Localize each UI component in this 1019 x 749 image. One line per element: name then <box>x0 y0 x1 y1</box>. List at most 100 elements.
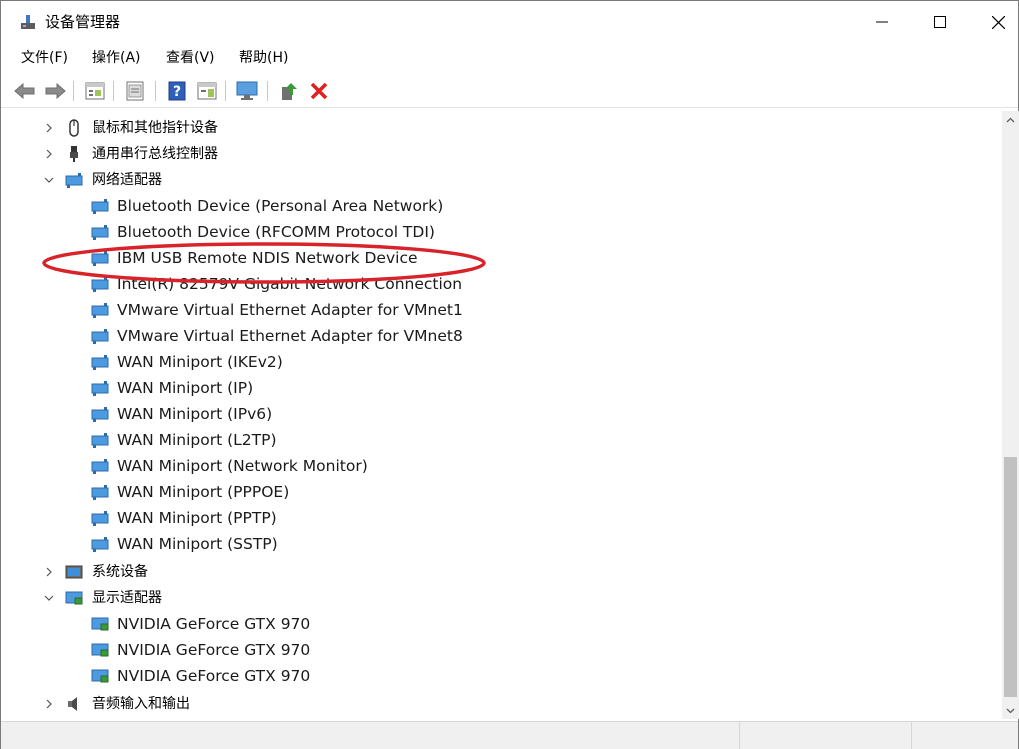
device-label: NVIDIA GeForce GTX 970 <box>117 667 311 685</box>
tree-device[interactable]: WAN Miniport (PPTP) <box>9 505 1002 531</box>
network-adapter-icon <box>65 173 83 188</box>
device-manager-icon <box>21 15 35 29</box>
back-icon <box>14 83 35 99</box>
back-button[interactable] <box>13 79 37 103</box>
tree-category-audio[interactable]: 音频输入和输出 <box>9 691 1002 717</box>
menu-help[interactable]: 帮助(H) <box>237 48 290 68</box>
uninstall-button[interactable] <box>307 79 331 103</box>
expand-collapsed-icon[interactable] <box>41 146 57 162</box>
toolbar: ? <box>1 75 1018 108</box>
tree-device[interactable]: WAN Miniport (IKEv2) <box>9 349 1002 375</box>
expand-collapsed-icon[interactable] <box>41 696 57 712</box>
network-adapter-icon <box>91 199 109 214</box>
tree-category-mice[interactable]: 鼠标和其他指针设备 <box>9 115 1002 141</box>
scroll-down-button[interactable] <box>1002 702 1019 719</box>
device-tree[interactable]: 鼠标和其他指针设备 通用串行总线控制器 网络适配器 Bluetooth Devi… <box>9 111 1002 719</box>
menu-file[interactable]: 文件(F) <box>19 48 70 68</box>
device-label: WAN Miniport (Network Monitor) <box>117 457 368 475</box>
forward-button[interactable] <box>43 79 67 103</box>
tree-device[interactable]: WAN Miniport (SSTP) <box>9 531 1002 557</box>
maximize-button[interactable] <box>911 1 969 43</box>
expand-collapsed-icon[interactable] <box>41 120 57 136</box>
toolbar-separator <box>225 81 226 101</box>
display-adapter-icon <box>91 669 109 683</box>
network-adapter-icon <box>91 433 109 448</box>
help-button[interactable]: ? <box>165 79 189 103</box>
expand-expanded-icon[interactable] <box>41 172 57 188</box>
action-pane-icon <box>197 82 217 100</box>
system-devices-icon <box>65 565 83 579</box>
title-bar[interactable]: 设备管理器 <box>1 1 1018 43</box>
device-label: WAN Miniport (IP) <box>117 379 254 397</box>
minimize-button[interactable] <box>853 1 911 43</box>
status-bar <box>1 721 1018 749</box>
scan-hardware-button[interactable] <box>235 79 259 103</box>
tree-category-usb[interactable]: 通用串行总线控制器 <box>9 141 1002 167</box>
network-adapter-icon <box>91 329 109 344</box>
action-pane-button[interactable] <box>195 79 219 103</box>
expand-expanded-icon[interactable] <box>41 590 57 606</box>
update-driver-button[interactable] <box>277 79 301 103</box>
status-pane <box>739 722 912 749</box>
network-adapter-icon <box>91 381 109 396</box>
scroll-up-button[interactable] <box>1002 111 1019 128</box>
properties-icon <box>126 81 144 101</box>
vertical-scrollbar[interactable] <box>1002 111 1019 719</box>
toolbar-separator <box>73 81 74 101</box>
category-label: 鼠标和其他指针设备 <box>92 120 218 136</box>
tree-device[interactable]: WAN Miniport (PPPOE) <box>9 479 1002 505</box>
tree-category-network[interactable]: 网络适配器 <box>9 167 1002 193</box>
close-button[interactable] <box>969 1 1019 43</box>
device-label: NVIDIA GeForce GTX 970 <box>117 641 311 659</box>
network-adapter-icon <box>91 485 109 500</box>
tree-device[interactable]: Bluetooth Device (Personal Area Network) <box>9 193 1002 219</box>
device-label: WAN Miniport (IKEv2) <box>117 353 283 371</box>
device-manager-window: 设备管理器 文件(F) 操作(A) 查看(V) 帮助(H) ? 鼠标和其他指针设… <box>0 0 1019 749</box>
tree-device[interactable]: NVIDIA GeForce GTX 970 <box>9 637 1002 663</box>
update-driver-icon <box>282 83 297 100</box>
speaker-icon <box>68 697 77 711</box>
device-view-button[interactable] <box>83 79 107 103</box>
monitor-icon <box>236 81 258 100</box>
tree-device[interactable]: VMware Virtual Ethernet Adapter for VMne… <box>9 297 1002 323</box>
maximize-icon <box>934 16 946 28</box>
display-adapter-icon <box>91 643 109 657</box>
tree-category-system[interactable]: 系统设备 <box>9 559 1002 585</box>
chevron-down-icon <box>1006 708 1015 713</box>
menu-action[interactable]: 操作(A) <box>90 48 143 68</box>
display-adapter-icon <box>65 591 83 605</box>
device-label: WAN Miniport (PPTP) <box>117 509 277 527</box>
device-label: WAN Miniport (L2TP) <box>117 431 277 449</box>
tree-category-display[interactable]: 显示适配器 <box>9 585 1002 611</box>
uninstall-icon <box>310 82 328 100</box>
highlight-ellipse <box>42 242 486 284</box>
tree-device[interactable]: WAN Miniport (IP) <box>9 375 1002 401</box>
network-adapter-icon <box>91 537 109 552</box>
tree-device[interactable]: WAN Miniport (Network Monitor) <box>9 453 1002 479</box>
mouse-icon <box>69 119 79 137</box>
network-adapter-icon <box>91 355 109 370</box>
category-label: 通用串行总线控制器 <box>92 146 218 162</box>
tree-device[interactable]: NVIDIA GeForce GTX 970 <box>9 663 1002 689</box>
device-label: VMware Virtual Ethernet Adapter for VMne… <box>117 327 463 345</box>
window-title: 设备管理器 <box>45 13 121 31</box>
tree-device[interactable]: WAN Miniport (L2TP) <box>9 427 1002 453</box>
properties-button[interactable] <box>123 79 147 103</box>
device-label: WAN Miniport (PPPOE) <box>117 483 290 501</box>
device-label: Bluetooth Device (Personal Area Network) <box>117 197 444 215</box>
usb-icon <box>70 146 78 162</box>
device-label: NVIDIA GeForce GTX 970 <box>117 615 311 633</box>
scrollbar-thumb[interactable] <box>1004 457 1017 697</box>
tree-device[interactable]: VMware Virtual Ethernet Adapter for VMne… <box>9 323 1002 349</box>
expand-collapsed-icon[interactable] <box>41 564 57 580</box>
toolbar-separator <box>113 81 114 101</box>
tree-device[interactable]: NVIDIA GeForce GTX 970 <box>9 611 1002 637</box>
help-icon: ? <box>168 81 186 101</box>
tree-device[interactable]: WAN Miniport (IPv6) <box>9 401 1002 427</box>
status-pane <box>911 722 1017 749</box>
category-label: 网络适配器 <box>92 172 162 188</box>
menu-view[interactable]: 查看(V) <box>164 48 217 68</box>
device-label: WAN Miniport (IPv6) <box>117 405 273 423</box>
display-adapter-icon <box>91 617 109 631</box>
device-label: VMware Virtual Ethernet Adapter for VMne… <box>117 301 463 319</box>
